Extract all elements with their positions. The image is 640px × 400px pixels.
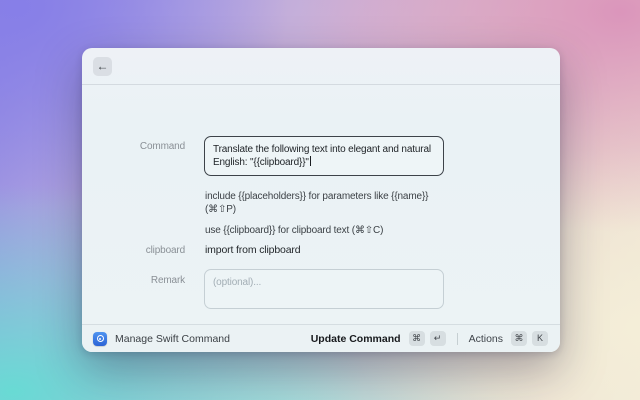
placeholders-hint: include {{placeholders}} for parameters … bbox=[205, 190, 443, 216]
clipboard-import-option[interactable]: import from clipboard bbox=[205, 244, 300, 256]
remark-label: Remark bbox=[82, 275, 185, 286]
extension-name: Manage Swift Command bbox=[115, 333, 230, 345]
remark-input[interactable] bbox=[204, 269, 444, 309]
cmd-key-badge: ⌘ bbox=[409, 331, 425, 346]
back-button[interactable]: ← bbox=[93, 57, 112, 76]
return-key-badge: ↵ bbox=[430, 331, 446, 346]
footer-divider bbox=[457, 333, 458, 345]
command-label: Command bbox=[82, 141, 185, 152]
desktop-background: ← Command Translate the following text i… bbox=[0, 0, 640, 400]
command-input[interactable]: Translate the following text into elegan… bbox=[204, 136, 444, 176]
command-input-text: Translate the following text into elegan… bbox=[213, 144, 431, 168]
actions-button[interactable]: Actions bbox=[469, 333, 503, 345]
swift-command-editor-window: ← Command Translate the following text i… bbox=[82, 48, 560, 352]
update-command-button[interactable]: Update Command bbox=[311, 333, 401, 345]
cmd-key-badge: ⌘ bbox=[511, 331, 527, 346]
window-header: ← bbox=[82, 48, 560, 85]
app-icon-ring bbox=[97, 335, 104, 342]
text-caret bbox=[310, 156, 311, 166]
k-key-badge: K bbox=[532, 331, 548, 346]
action-bar-right: Update Command ⌘ ↵ Actions ⌘ K bbox=[311, 331, 548, 346]
clipboard-hint: use {{clipboard}} for clipboard text (⌘⇧… bbox=[205, 224, 443, 237]
action-bar: Manage Swift Command Update Command ⌘ ↵ … bbox=[82, 324, 560, 352]
app-icon-dot bbox=[99, 338, 101, 340]
swift-command-app-icon bbox=[93, 332, 107, 346]
back-arrow-icon: ← bbox=[97, 59, 109, 73]
action-bar-left: Manage Swift Command bbox=[93, 332, 311, 346]
clipboard-label: clipboard bbox=[82, 245, 185, 256]
form-body: Command Translate the following text int… bbox=[82, 85, 560, 324]
